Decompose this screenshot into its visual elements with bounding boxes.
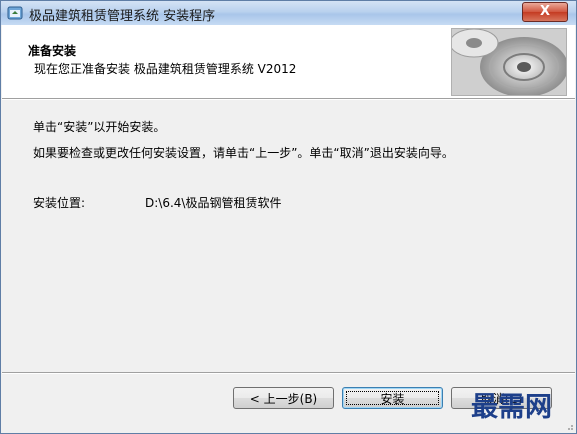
installer-window: 极品建筑租赁管理系统 安装程序 X 准备安装 现在您正准备安装 极品建筑租赁管理… bbox=[0, 0, 577, 434]
install-button[interactable]: 安装 bbox=[342, 387, 443, 409]
title-bar[interactable]: 极品建筑租赁管理系统 安装程序 X bbox=[1, 1, 576, 25]
back-button[interactable]: < 上一步(B) bbox=[233, 387, 334, 409]
wizard-header: 准备安装 现在您正准备安装 极品建筑租赁管理系统 V2012 bbox=[2, 25, 575, 99]
close-button[interactable]: X bbox=[522, 2, 568, 22]
install-location-label: 安装位置: bbox=[33, 196, 86, 210]
resize-grip-icon[interactable] bbox=[564, 421, 574, 431]
instruction-text-1: 单击“安装”以开始安装。 bbox=[33, 120, 166, 134]
watermark-text: 最需网 bbox=[471, 392, 552, 423]
instruction-text-2: 如果要检查或更改任何安装设置，请单击“上一步”。单击“取消”退出安装向导。 bbox=[33, 146, 454, 160]
window-title: 极品建筑租赁管理系统 安装程序 bbox=[29, 9, 216, 24]
page-subtitle: 现在您正准备安装 极品建筑租赁管理系统 V2012 bbox=[34, 62, 297, 76]
install-button-label: 安装 bbox=[380, 392, 405, 406]
footer-separator-highlight bbox=[2, 373, 575, 374]
close-icon: X bbox=[539, 4, 551, 19]
disc-banner-image bbox=[451, 28, 567, 96]
page-title: 准备安装 bbox=[28, 44, 77, 58]
installer-app-icon bbox=[7, 6, 23, 20]
cd-disc-icon bbox=[452, 29, 566, 95]
install-location-value: D:\6.4\极品钢管租赁软件 bbox=[145, 196, 282, 210]
header-separator bbox=[2, 99, 575, 100]
